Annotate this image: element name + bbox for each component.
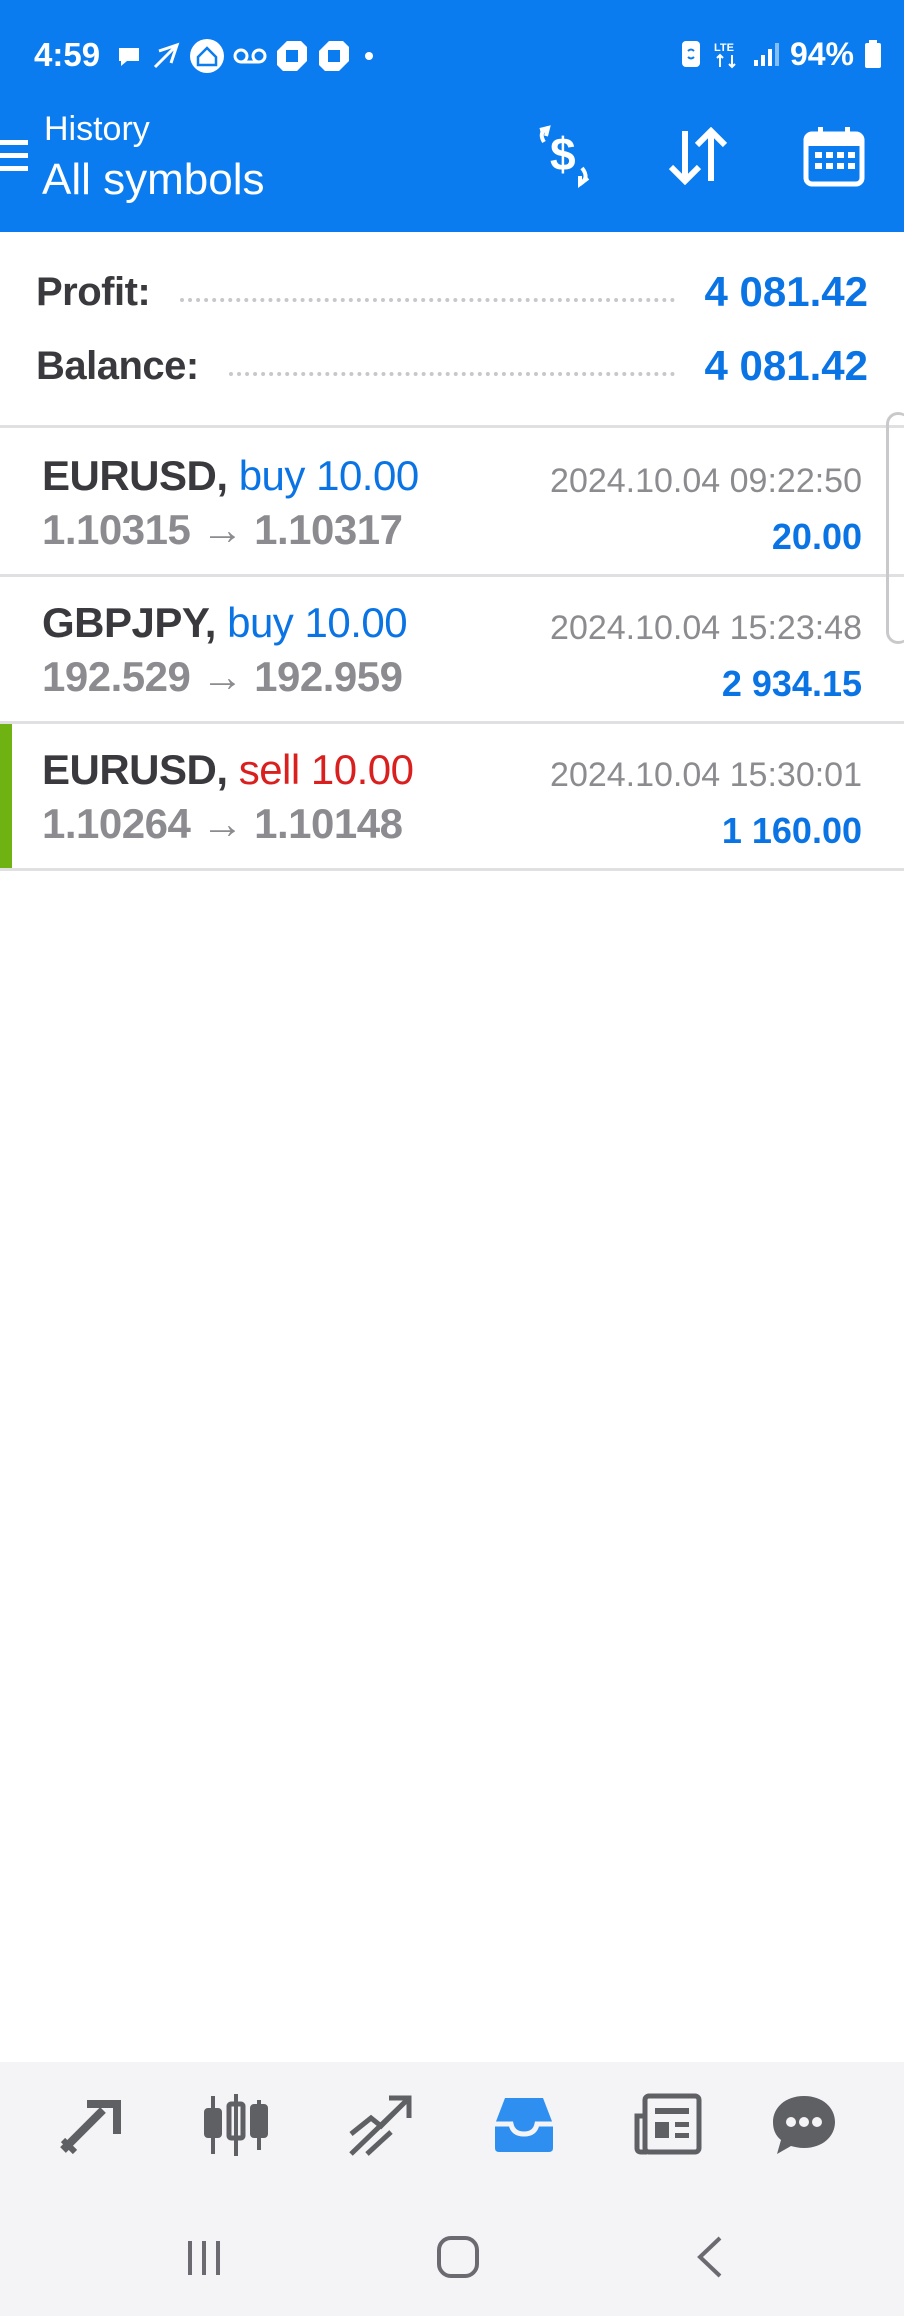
send-notification-icon: [153, 42, 180, 69]
home-button[interactable]: [428, 2232, 488, 2282]
back-button[interactable]: [680, 2232, 740, 2282]
menu-icon[interactable]: [0, 140, 28, 174]
deal-side: sell 10.00: [238, 746, 414, 793]
messages-icon: [773, 2096, 835, 2154]
deal-symbol: GBPJPY,: [42, 599, 216, 646]
bottom-navigation: [0, 2062, 904, 2192]
deal-time: 2024.10.04 09:22:50: [550, 462, 862, 500]
voicemail-icon: [233, 48, 267, 64]
system-status-icons: LTE 94%: [680, 34, 882, 74]
recent-apps-button[interactable]: [174, 2232, 234, 2282]
sort-arrows-icon: [668, 127, 728, 185]
system-navigation-bar: [0, 2192, 904, 2316]
deal-prices: 192.529 → 192.959: [42, 653, 403, 700]
nav-quotes[interactable]: [52, 2090, 132, 2160]
divider: [0, 868, 904, 871]
deal-symbol: EURUSD,: [42, 746, 228, 793]
deal-side: buy 10.00: [227, 599, 408, 646]
calendar-icon: [803, 127, 865, 187]
recent-apps-icon: [188, 2241, 220, 2275]
svg-text:$: $: [550, 128, 576, 180]
chart-icon: [204, 2094, 268, 2156]
home-app-icon: [190, 39, 224, 73]
svg-text:LTE: LTE: [714, 42, 734, 54]
deposit-withdraw-button[interactable]: $: [528, 120, 600, 192]
nav-history[interactable]: [484, 2090, 564, 2160]
signal-icon: [753, 43, 779, 66]
chat-notification-icon: [119, 48, 139, 66]
bank-app-icon: [277, 41, 307, 71]
dotted-leader: [228, 372, 675, 376]
date-range-button[interactable]: [798, 120, 870, 192]
nav-chart[interactable]: [196, 2090, 276, 2160]
deal-symbol: EURUSD,: [42, 452, 228, 499]
sort-button[interactable]: [662, 120, 734, 192]
deal-side: buy 10.00: [238, 452, 420, 499]
scrollbar[interactable]: [886, 412, 904, 644]
news-icon: [634, 2093, 702, 2155]
header-subtitle: History: [44, 110, 150, 148]
profit-value: 4 081.42: [704, 268, 869, 315]
deal-prices: 1.10315 → 1.10317: [42, 506, 403, 553]
divider: [0, 425, 904, 428]
deal-time: 2024.10.04 15:23:48: [550, 609, 862, 647]
status-time: 4:59: [34, 36, 101, 73]
nfc-icon: [681, 41, 700, 67]
battery-percentage: 94%: [789, 35, 854, 72]
battery-icon: [865, 40, 881, 68]
selected-accent-bar: [0, 724, 12, 868]
balance-summary-row: Balance: 4 081.42: [36, 336, 868, 396]
nav-news[interactable]: [628, 2090, 708, 2160]
deal-row[interactable]: GBPJPY, buy 10.00 192.529 → 192.959 2024…: [0, 577, 904, 721]
deal-time: 2024.10.04 15:30:01: [550, 756, 862, 794]
dollar-arrows-icon: $: [539, 125, 590, 188]
profit-label: Profit:: [36, 269, 151, 314]
home-icon: [437, 2236, 479, 2278]
app-header: 4:59 LTE 94% History All symbols $: [0, 0, 904, 232]
profit-summary-row: Profit: 4 081.42: [36, 262, 868, 322]
dotted-leader: [180, 298, 675, 302]
deal-prices: 1.10264 → 1.10148: [42, 800, 403, 847]
back-icon: [697, 2236, 722, 2278]
more-notifications-dot-icon: [365, 52, 373, 60]
nav-messages[interactable]: [764, 2090, 844, 2160]
deal-profit: 20.00: [771, 516, 862, 557]
deal-profit: 2 934.15: [721, 663, 862, 704]
deal-row-selected[interactable]: EURUSD, sell 10.00 1.10264 → 1.10148 202…: [0, 724, 904, 868]
lte-icon: LTE: [714, 42, 736, 69]
bank-app-icon-2: [319, 41, 349, 71]
history-icon: [495, 2098, 553, 2152]
balance-value: 4 081.42: [704, 342, 869, 389]
notification-icons: [115, 38, 379, 74]
symbol-filter-title[interactable]: All symbols: [42, 155, 265, 205]
status-bar: 4:59 LTE 94%: [0, 0, 904, 110]
quotes-icon: [60, 2100, 121, 2155]
nav-trade[interactable]: [340, 2090, 420, 2160]
balance-label: Balance:: [36, 343, 199, 388]
deal-profit: 1 160.00: [721, 810, 862, 851]
deal-row[interactable]: EURUSD, buy 10.00 1.10315 → 1.10317 2024…: [0, 430, 904, 574]
trade-icon: [349, 2095, 412, 2156]
